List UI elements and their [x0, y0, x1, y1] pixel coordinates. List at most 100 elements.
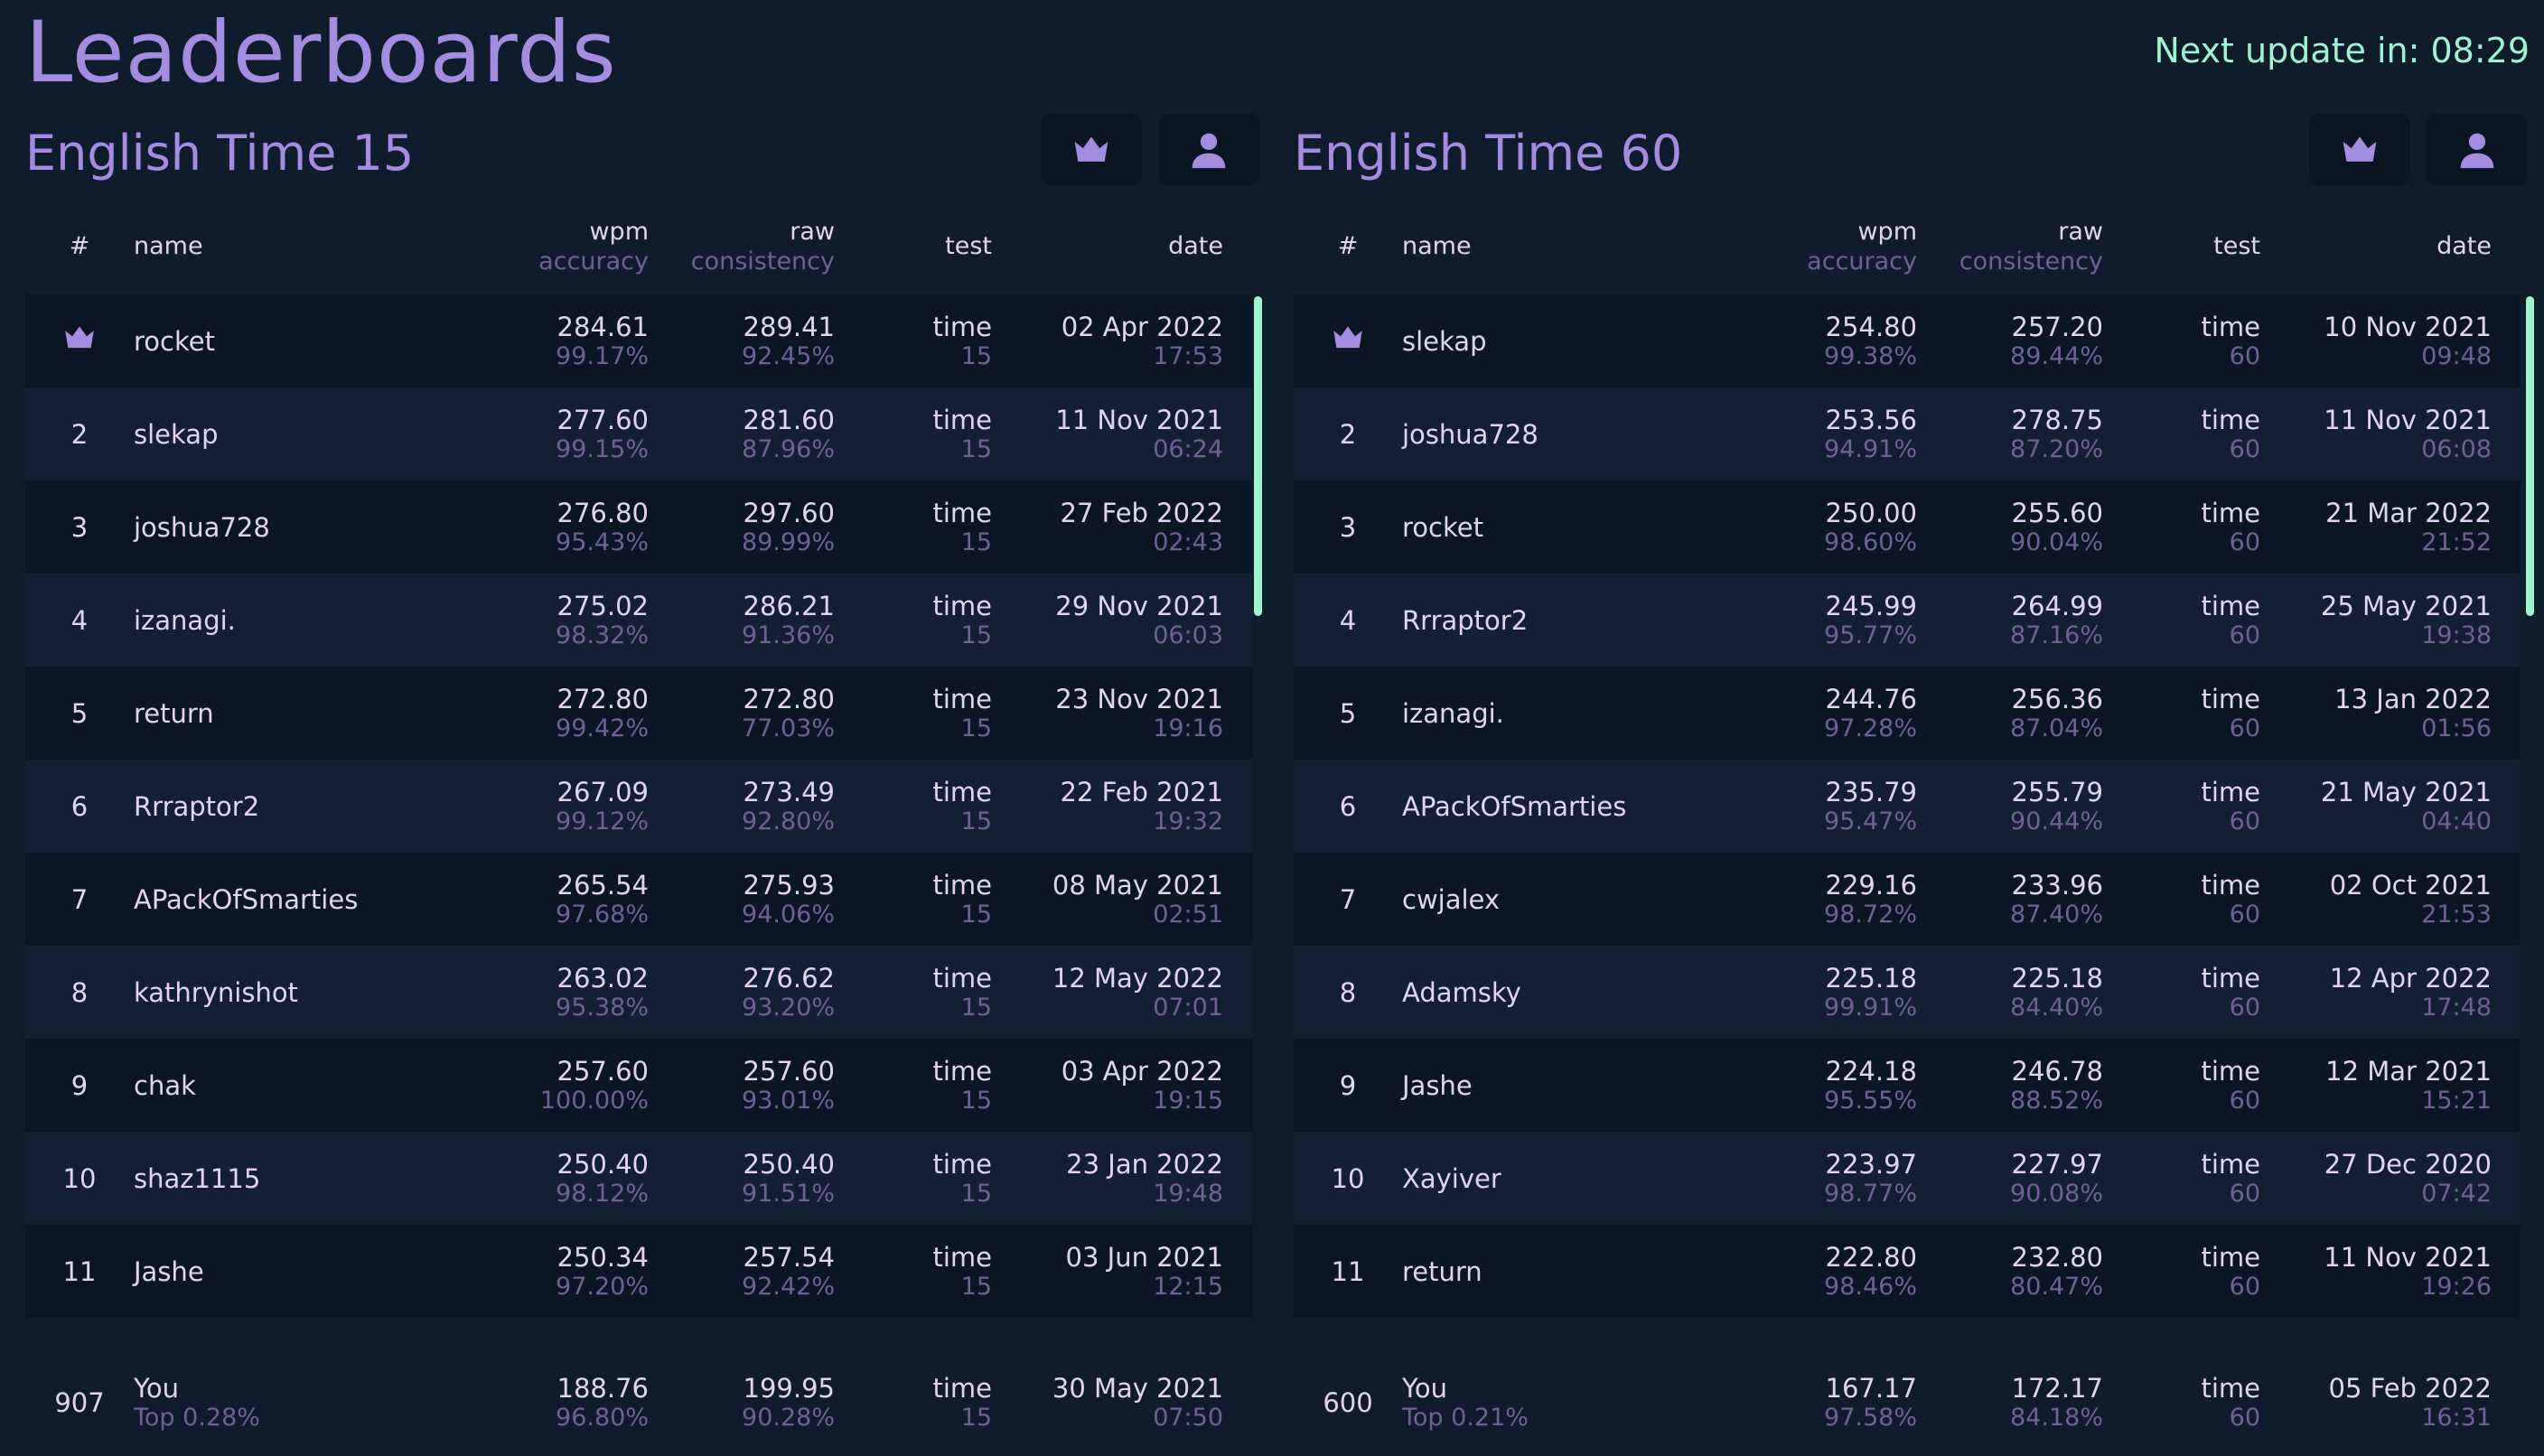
wpm-cell: 250.40 98.12% — [459, 1149, 649, 1209]
raw-cell: 297.60 89.99% — [649, 498, 835, 557]
header-name: name — [134, 231, 477, 262]
name-cell-value: chak — [134, 1069, 196, 1101]
test-cell-value: time — [932, 962, 992, 994]
wpm-cell-value: 284.61 — [556, 311, 649, 342]
test-cell: time 60 — [2103, 312, 2260, 371]
user-icon — [2460, 133, 2494, 169]
header-raw-sub: consistency — [690, 247, 835, 275]
date-cell-value: 27 Feb 2022 — [1060, 497, 1224, 528]
table-row[interactable]: 3 joshua728 276.80 95.43% 297.60 89.99% time 15… — [25, 481, 1252, 574]
top-leaderboard-button[interactable] — [1041, 114, 1142, 186]
table-row[interactable]: 11 Jashe 250.34 97.20% 257.54 92.42% time 15 03 … — [25, 1225, 1252, 1318]
rank-cell: 6 — [25, 791, 134, 822]
rank-cell-value: 9 — [1339, 1069, 1357, 1101]
scrollbar[interactable] — [1254, 296, 1262, 616]
name-cell-value: Jashe — [1402, 1069, 1473, 1101]
user-rank-value: 600 — [1323, 1386, 1373, 1418]
test-cell-sub: 60 — [2229, 900, 2260, 929]
rank-cell-value: 8 — [1339, 976, 1357, 1008]
user-test: time 60 — [2103, 1373, 2260, 1433]
date-cell-sub: 02:43 — [1153, 527, 1223, 556]
date-cell: 25 May 2021 19:38 — [2260, 591, 2492, 650]
scrollbar[interactable] — [2526, 296, 2534, 616]
header-date-value: date — [1168, 232, 1223, 260]
test-cell-sub: 15 — [960, 714, 992, 742]
name-cell: Jashe — [1402, 1070, 1745, 1101]
table-row[interactable]: 7 APackOfSmarties 265.54 97.68% 275.93 94.06%… — [25, 853, 1252, 946]
header-raw: raw consistency — [649, 217, 835, 276]
test-cell-value: time — [2201, 1055, 2260, 1087]
table-row[interactable]: 6 APackOfSmarties 235.79 95.47% 255.79 90.44%… — [1294, 760, 2521, 853]
table-row[interactable]: 3 rocket 250.00 98.60% 255.60 90.04% time 60 21 … — [1294, 481, 2521, 574]
raw-cell: 276.62 93.20% — [649, 963, 835, 1022]
wpm-cell-sub: 95.55% — [1824, 1086, 1917, 1115]
raw-cell: 250.40 91.51% — [649, 1149, 835, 1209]
table-header: # name wpm accuracy raw consistency test date — [25, 199, 1252, 294]
wpm-cell-value: 263.02 — [556, 962, 649, 994]
date-cell: 13 Jan 2022 01:56 — [2260, 684, 2492, 743]
test-cell: time 60 — [2103, 870, 2260, 929]
table-header: # name wpm accuracy raw consistency test date — [1294, 199, 2521, 294]
table-row[interactable]: 4 izanagi. 275.02 98.32% 286.21 91.36% time 15 2… — [25, 574, 1252, 667]
header-test-value: test — [945, 232, 992, 260]
wpm-cell: 225.18 99.91% — [1727, 963, 1917, 1022]
table-row[interactable]: slekap 254.80 99.38% 257.20 89.44% time 60 10 N… — [1294, 294, 2521, 387]
leaderboard-table: # name wpm accuracy raw consistency test date ro… — [25, 199, 1252, 1451]
table-row[interactable]: 9 chak 257.60 100.00% 257.60 93.01% time 15 03 A… — [25, 1039, 1252, 1132]
test-cell: time 60 — [2103, 1149, 2260, 1209]
table-row[interactable]: 4 Rrraptor2 245.99 95.77% 264.99 87.16% time 60… — [1294, 574, 2521, 667]
name-cell: Xayiver — [1402, 1163, 1745, 1194]
wpm-cell-sub: 99.15% — [556, 434, 649, 463]
header-wpm-sub: accuracy — [538, 247, 649, 275]
table-row[interactable]: 8 Adamsky 225.18 99.91% 225.18 84.40% time 60 12… — [1294, 946, 2521, 1039]
rank-crown — [1331, 321, 1365, 362]
rank-cell: 5 — [1294, 698, 1402, 729]
wpm-cell-value: 250.40 — [556, 1148, 649, 1180]
raw-cell: 281.60 87.96% — [649, 405, 835, 464]
table-row[interactable]: 10 Xayiver 223.97 98.77% 227.97 90.08% time 60 2… — [1294, 1132, 2521, 1225]
raw-cell-value: 227.97 — [2011, 1148, 2103, 1180]
raw-cell-sub: 92.45% — [742, 341, 835, 370]
table-row[interactable]: 9 Jashe 224.18 95.55% 246.78 88.52% time 60 12 M… — [1294, 1039, 2521, 1132]
table-row[interactable]: 2 slekap 277.60 99.15% 281.60 87.96% time 15 11 … — [25, 387, 1252, 481]
name-cell-value: joshua728 — [134, 511, 270, 543]
test-cell-value: time — [932, 776, 992, 807]
date-cell-value: 22 Feb 2021 — [1060, 776, 1224, 807]
table-row[interactable]: 7 cwjalex 229.16 98.72% 233.96 87.40% time 60 02… — [1294, 853, 2521, 946]
name-cell-value: izanagi. — [1402, 697, 1504, 729]
raw-cell-sub: 89.99% — [742, 527, 835, 556]
wpm-cell: 235.79 95.47% — [1727, 777, 1917, 836]
raw-cell-sub: 84.40% — [2010, 993, 2103, 1022]
wpm-cell-value: 267.09 — [556, 776, 649, 807]
table-row[interactable]: 10 shaz1115 250.40 98.12% 250.40 91.51% time 15… — [25, 1132, 1252, 1225]
date-cell-sub: 19:26 — [2421, 1272, 2492, 1301]
wpm-cell: 263.02 95.38% — [459, 963, 649, 1022]
table-row[interactable]: 6 Rrraptor2 267.09 99.12% 273.49 92.80% time 15… — [25, 760, 1252, 853]
header-rank: # — [25, 231, 134, 262]
user-name: You Top 0.21% — [1402, 1373, 1745, 1433]
my-rank-button[interactable] — [2427, 114, 2528, 186]
date-cell-value: 12 Mar 2021 — [2325, 1055, 2492, 1087]
wpm-cell-sub: 100.00% — [539, 1086, 649, 1115]
wpm-cell-value: 250.00 — [1825, 497, 1917, 528]
table-row[interactable]: 11 return 222.80 98.46% 232.80 80.47% time 60 11… — [1294, 1225, 2521, 1318]
user-rank-row: 600 You Top 0.21% 167.17 97.58% 172.17 84.18% t… — [1294, 1354, 2521, 1451]
table-row[interactable]: 8 kathrynishot 263.02 95.38% 276.62 93.20% tim… — [25, 946, 1252, 1039]
wpm-cell-value: 229.16 — [1825, 869, 1917, 901]
rank-cell-value: 2 — [1339, 418, 1357, 450]
rank-cell-value: 6 — [70, 790, 89, 822]
date-cell-sub: 19:48 — [1153, 1179, 1223, 1208]
table-row[interactable]: 5 izanagi. 244.76 97.28% 256.36 87.04% time 60 1… — [1294, 667, 2521, 760]
my-rank-button[interactable] — [1158, 114, 1259, 186]
top-leaderboard-button[interactable] — [2309, 114, 2410, 186]
wpm-cell-value: 223.97 — [1825, 1148, 1917, 1180]
header-name-value: name — [1402, 232, 1472, 260]
table-row[interactable]: rocket 284.61 99.17% 289.41 92.45% time 15 02 A… — [25, 294, 1252, 387]
name-cell-value: Rrraptor2 — [134, 790, 260, 822]
user-raw: 172.17 84.18% — [1917, 1373, 2103, 1433]
table-row[interactable]: 5 return 272.80 99.42% 272.80 77.03% time 15 23 … — [25, 667, 1252, 760]
table-row[interactable]: 2 joshua728 253.56 94.91% 278.75 87.20% time 60… — [1294, 387, 2521, 481]
test-cell-value: time — [2201, 311, 2260, 342]
raw-cell-sub: 91.36% — [742, 621, 835, 649]
wpm-cell: 222.80 98.46% — [1727, 1242, 1917, 1302]
